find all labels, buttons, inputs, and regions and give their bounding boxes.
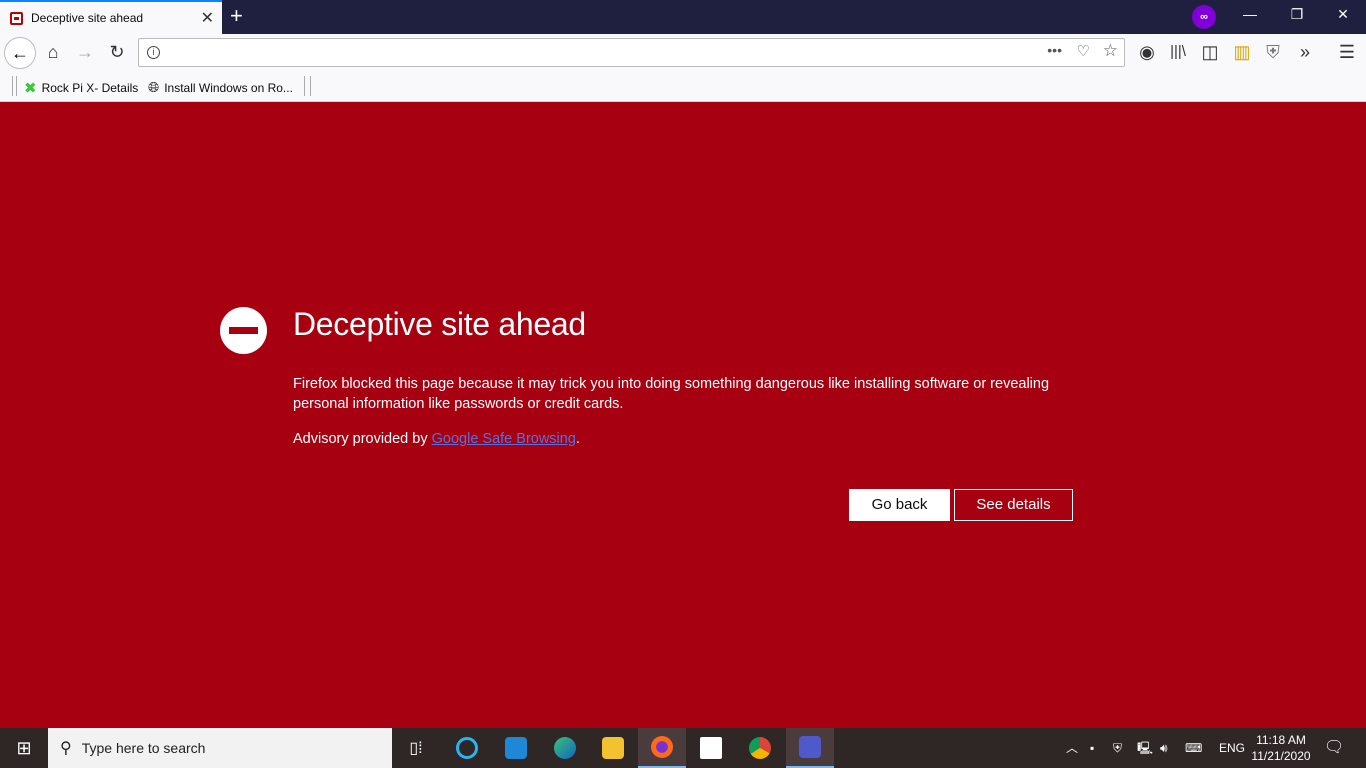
new-tab-button[interactable]: + [230,3,243,29]
minimize-button[interactable]: — [1235,6,1265,22]
warning-description: Firefox blocked this page because it may… [293,376,1050,412]
go-back-button[interactable]: Go back [849,489,950,521]
bookmark-star-icon[interactable]: ☆ [1103,41,1118,61]
tab-strip: Deceptive site ahead ✕ + ∞ — ❐ ✕ [0,0,1366,34]
home-icon[interactable]: ⌂ [39,34,67,70]
security-shield-icon[interactable]: ⛨ [1113,728,1122,768]
windows-start-icon[interactable]: ⊞ [0,728,48,768]
store-icon[interactable] [687,728,735,768]
reload-icon[interactable]: ↻ [103,34,131,70]
network-icon[interactable]: 🖳︎ [1137,728,1153,768]
bookmark-rock-pi[interactable]: ✖ Rock Pi X- Details [24,79,138,97]
firefox-icon[interactable] [638,728,686,768]
advisory-text: Advisory provided by Google Safe Browsin… [293,429,1053,449]
task-view-icon[interactable]: ▯⁞ [392,728,440,768]
teams-icon[interactable] [786,728,834,768]
blocked-favicon-icon [10,11,23,25]
close-window-button[interactable]: ✕ [1328,6,1358,23]
page-title: Deceptive site ahead [293,306,586,342]
account-icon[interactable]: ◉ [1133,34,1161,70]
url-bar[interactable]: i ••• ♡ ☆ [138,38,1125,67]
volume-icon[interactable]: 🔊︎ [1160,728,1168,768]
see-details-button[interactable]: See details [954,489,1073,521]
notifications-icon[interactable]: 🗨︎ [1324,728,1344,768]
sidebar-icon[interactable]: ◫ [1196,34,1224,70]
back-icon[interactable]: ← [4,37,36,69]
close-tab-icon[interactable]: ✕ [201,8,214,28]
library-icon[interactable]: |||\ [1164,34,1192,70]
bookmarks-toolbar: ✖ Rock Pi X- Details 🌐︎ Install Windows … [0,70,1366,102]
globe-icon: 🌐︎ [148,79,160,95]
privacy-badger-icon[interactable]: ⛨ [1259,34,1287,70]
google-safe-browsing-link[interactable]: Google Safe Browsing [432,431,576,447]
time: 11:18 AM [1256,733,1306,747]
search-placeholder: Type here to search [81,740,206,756]
blocked-site-icon [220,307,267,354]
date: 11/21/2020 [1251,749,1311,763]
tab-deceptive-site[interactable]: Deceptive site ahead ✕ [0,0,222,34]
nav-bar: ← ⌂ → ↻ i ••• ♡ ☆ ◉ |||\ ◫ ▥ ⛨ » ☰ [0,34,1366,70]
edge-icon[interactable] [541,728,589,768]
cortana-icon[interactable] [443,728,491,768]
clock[interactable]: 11:18 AM 11/21/2020 [1248,732,1314,764]
taskbar: ⊞ ⚲ Type here to search ▯⁞ ︿ ▪ ⛨ 🖳︎ 🔊︎ ⌨… [0,728,1366,768]
bookmark-label: Install Windows on Ro... [164,80,293,95]
mail-icon[interactable] [492,728,540,768]
pocket-icon[interactable]: ♡ [1077,42,1090,60]
info-icon[interactable]: i [147,46,160,59]
show-hidden-icons[interactable]: ︿ [1066,728,1078,768]
extension-meter-icon[interactable]: ▥ [1228,34,1256,70]
page-actions-icon[interactable]: ••• [1047,42,1062,58]
bookmark-install-windows[interactable]: 🌐︎ Install Windows on Ro... [148,79,293,96]
overflow-icon[interactable]: » [1291,34,1319,70]
restore-button[interactable]: ❐ [1282,6,1312,23]
keyboard-icon[interactable]: ⌨ [1185,728,1202,768]
advisory-prefix: Advisory provided by [293,431,432,447]
forward-icon[interactable]: → [71,34,99,70]
tab-title: Deceptive site ahead [31,11,144,25]
file-explorer-icon[interactable] [589,728,637,768]
tablet-icon[interactable]: ▪ [1090,728,1094,768]
language-indicator[interactable]: ENG [1219,728,1245,768]
advisory-suffix: . [575,431,580,447]
private-browsing-icon: ∞ [1192,5,1216,29]
search-icon: ⚲ [60,740,72,757]
chrome-icon[interactable] [736,728,784,768]
rockpi-icon: ✖ [24,80,37,97]
taskbar-search[interactable]: ⚲ Type here to search [48,728,392,768]
menu-icon[interactable]: ☰ [1333,34,1361,70]
bookmark-label: Rock Pi X- Details [41,81,139,95]
